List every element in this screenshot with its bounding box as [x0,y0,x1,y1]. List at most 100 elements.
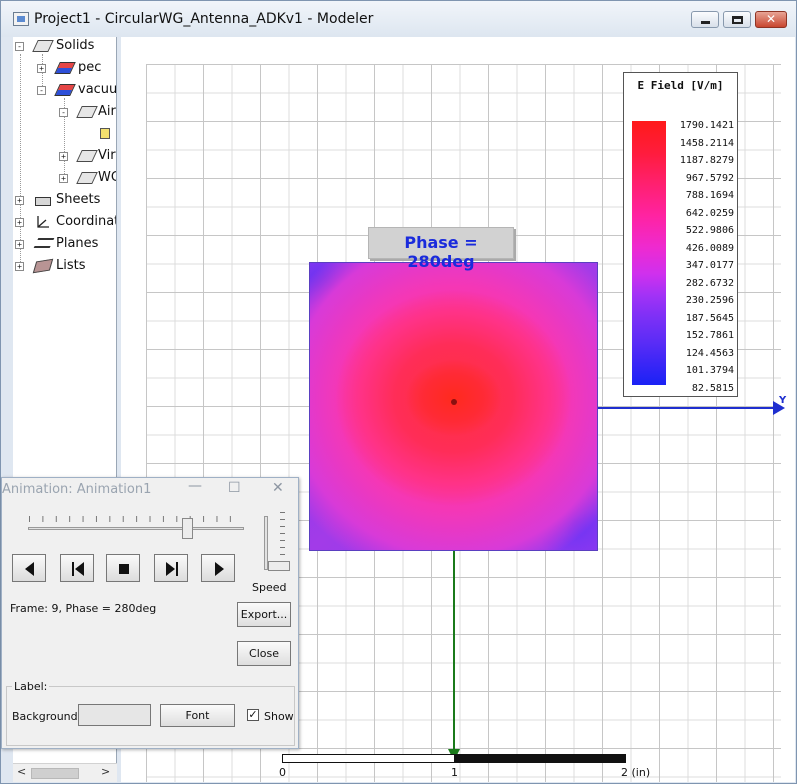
scrollbar-thumb[interactable] [31,768,79,779]
legend-value: 282.6732 [685,277,734,289]
animation-dialog-title: Animation: Animation1 [2,482,152,497]
tree-item-label: WG [98,170,116,185]
solid-object-icon [76,172,98,184]
step-back-icon [72,562,84,576]
cube-icon [100,128,110,139]
step-back-button[interactable] [60,554,94,582]
e-field-plot[interactable] [309,262,598,551]
show-checkbox[interactable]: ✓ [247,709,259,721]
legend-value: 426.0089 [685,242,734,254]
legend-value: 1790.1421 [679,120,734,131]
minimize-icon [701,21,710,24]
play-reverse-button[interactable] [12,554,46,582]
material-vacuum-icon [54,84,76,96]
solid-object-icon [76,106,98,118]
frame-slider-thumb[interactable] [181,518,193,539]
legend-value: 82.5815 [691,382,734,394]
font-button[interactable]: Font [160,704,235,727]
background-label: Background: [12,710,82,723]
sheet-icon [35,197,51,206]
tree-item-label: Vir [98,148,116,163]
window-title: Project1 - CircularWG_Antenna_ADKv1 - Mo… [34,11,374,27]
planes-icon [33,238,55,248]
scale-bar [282,754,626,763]
expand-icon[interactable]: + [59,152,68,161]
legend-value: 152.7861 [685,330,734,341]
app-icon [13,12,29,26]
lists-icon [32,258,54,274]
collapse-icon[interactable]: - [37,86,46,95]
scale-tick: 2 (in) [621,766,651,779]
scale-tick: 1 [451,766,458,779]
animation-dialog[interactable]: Animation: Animation1 — ☐ ✕ Speed Frame:… [1,477,299,749]
solid-object-icon [76,150,98,162]
collapse-icon[interactable]: - [15,42,24,51]
export-button[interactable]: Export... [237,602,291,627]
show-label: Show [264,710,294,723]
phase-label: Phase = 280deg [404,233,478,271]
legend-value: 187.5645 [685,312,734,324]
legend-values: 1790.1421 1458.2114 1187.8279 967.5792 7… [668,117,734,397]
speed-slider-ticks [280,512,285,562]
tree-item-label: Lists [56,258,86,273]
scroll-right-icon[interactable]: > [101,765,110,778]
legend-value: 101.3794 [685,365,734,376]
expand-icon[interactable]: + [37,64,46,73]
tree-item-label: Sheets [56,192,101,207]
legend-value: 1458.2114 [679,137,734,149]
expand-icon[interactable]: + [15,218,24,227]
speed-label: Speed [252,581,287,594]
dialog-minimize-icon[interactable]: — [188,478,202,494]
frame-status: Frame: 9, Phase = 280deg [10,602,157,615]
tree-horizontal-scrollbar[interactable]: < > [13,763,117,782]
coordinate-icon [37,216,49,228]
frame-slider[interactable] [28,527,244,530]
legend-value: 642.0259 [685,207,734,219]
close-icon: ✕ [765,12,777,26]
play-forward-icon [215,562,224,576]
expand-icon[interactable]: + [15,240,24,249]
material-pec-icon [54,62,76,74]
close-button[interactable]: Close [237,641,291,666]
dialog-close-icon[interactable]: ✕ [272,480,284,496]
scale-bar-black [454,755,625,762]
y-axis [598,407,780,409]
scroll-left-icon[interactable]: < [17,765,26,778]
step-forward-button[interactable] [154,554,188,582]
scale-bar-white [283,755,454,762]
dialog-maximize-icon[interactable]: ☐ [228,480,241,496]
play-reverse-icon [25,562,34,576]
maximize-button[interactable] [723,11,751,28]
y-axis-label: Y [779,395,787,406]
tree-item-label: Air [98,104,116,119]
minimize-button[interactable] [691,11,719,28]
legend-color-bar [632,121,666,385]
expand-icon[interactable]: + [15,262,24,271]
legend-title: E Field [V/m] [637,79,724,92]
legend-value: 788.1694 [685,190,734,201]
collapse-icon[interactable]: - [59,108,68,117]
play-forward-button[interactable] [201,554,235,582]
legend-value: 347.0177 [685,260,734,271]
field-legend[interactable]: E Field [V/m] 1790.1421 1458.2114 1187.8… [623,72,738,397]
legend-value: 1187.8279 [679,155,734,166]
scale-tick: 0 [279,766,286,779]
expand-icon[interactable]: + [15,196,24,205]
modeler-window: Project1 - CircularWG_Antenna_ADKv1 - Mo… [0,0,797,784]
legend-value: 967.5792 [685,172,734,184]
maximize-icon [732,16,743,24]
expand-icon[interactable]: + [59,174,68,183]
tree-item-label: Planes [56,236,99,251]
step-forward-icon [166,562,178,576]
title-bar[interactable]: Project1 - CircularWG_Antenna_ADKv1 - Mo… [1,1,796,37]
speed-slider-thumb[interactable] [268,561,290,571]
x-axis [453,551,455,756]
close-window-button[interactable]: ✕ [755,11,787,28]
legend-value: 124.4563 [685,347,734,359]
stop-button[interactable] [106,554,140,582]
stop-icon [119,564,129,574]
frame-slider-ticks [29,516,243,522]
tree-item-label: Coordinat [56,214,117,229]
phase-label-box: Phase = 280deg [368,227,514,271]
background-color-button[interactable] [78,704,151,726]
